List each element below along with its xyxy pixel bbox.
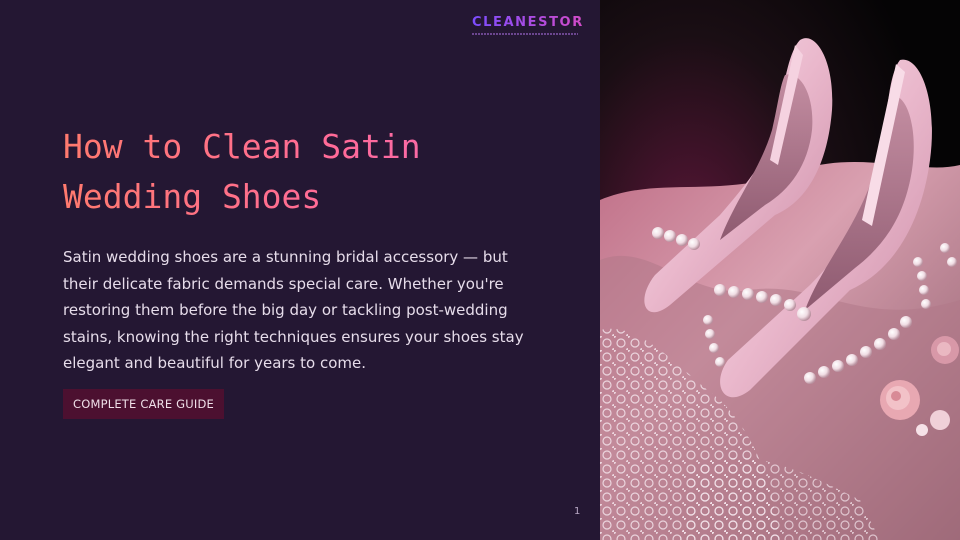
intro-paragraph: Satin wedding shoes are a stunning brida… [63, 248, 524, 372]
slide: CLEANESTOR How to Clean Satin Wedding Sh… [0, 0, 960, 540]
brand-logo-text: CLEANESTOR [472, 15, 584, 30]
page-title: How to Clean Satin Wedding Shoes [63, 122, 533, 222]
brand-logo[interactable]: CLEANESTOR [472, 16, 584, 35]
content-panel: CLEANESTOR How to Clean Satin Wedding Sh… [0, 0, 600, 540]
care-guide-button[interactable]: COMPLETE CARE GUIDE [63, 389, 225, 419]
wedding-shoes-photo [600, 0, 960, 540]
brand-tagline-decoration [472, 33, 578, 35]
page-number: 1 [574, 506, 581, 517]
